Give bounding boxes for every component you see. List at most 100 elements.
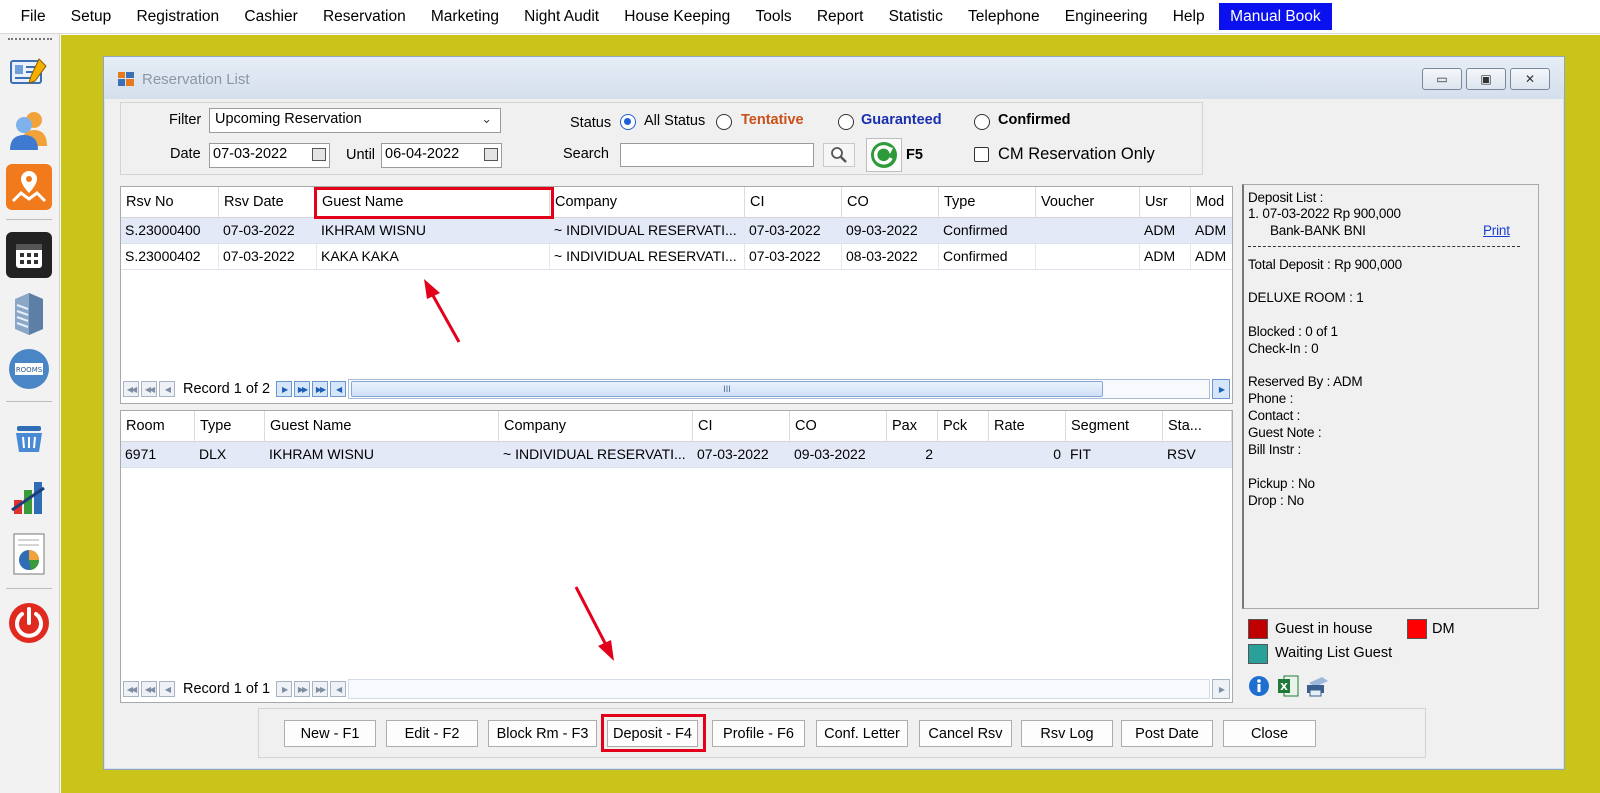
col-rsv-date[interactable]: Rsv Date xyxy=(219,187,317,218)
menu-night-audit[interactable]: Night Audit xyxy=(512,0,612,34)
cancel-rsv-button[interactable]: Cancel Rsv xyxy=(919,720,1012,747)
scroll-right-icon[interactable]: ▶ xyxy=(1212,379,1230,399)
col-pax[interactable]: Pax xyxy=(887,411,938,442)
guests-icon[interactable] xyxy=(6,107,52,153)
status-confirmed-radio[interactable] xyxy=(974,114,990,130)
status-all-radio[interactable] xyxy=(620,114,636,130)
col-room-ci[interactable]: CI xyxy=(693,411,790,442)
col-company[interactable]: Company xyxy=(550,187,745,218)
table-row[interactable]: S.23000402 07-03-2022 KAKA KAKA ~ INDIVI… xyxy=(121,244,1232,270)
next-page-icon[interactable]: ▶▶ xyxy=(294,681,311,697)
prev-record-icon[interactable]: ◀ xyxy=(159,381,175,397)
col-segment[interactable]: Segment xyxy=(1066,411,1163,442)
col-room-type[interactable]: Type xyxy=(195,411,265,442)
edit-button[interactable]: Edit - F2 xyxy=(386,720,478,747)
col-status[interactable]: Sta... xyxy=(1163,411,1232,442)
cm-reservation-label[interactable]: CM Reservation Only xyxy=(998,145,1155,164)
power-icon[interactable] xyxy=(6,600,52,646)
room-map-icon[interactable] xyxy=(6,164,52,210)
scroll-right-icon[interactable]: ▶ xyxy=(1212,679,1230,699)
new-button[interactable]: New - F1 xyxy=(284,720,376,747)
close-button[interactable]: Close xyxy=(1223,720,1316,747)
next-record-icon[interactable]: ▶ xyxy=(276,381,293,397)
col-rate[interactable]: Rate xyxy=(989,411,1066,442)
basket-icon[interactable] xyxy=(6,415,52,461)
date-from-input[interactable]: 07-03-2022 xyxy=(209,143,330,168)
first-record-icon[interactable]: ◀◀ xyxy=(123,681,139,697)
calendar-picker-icon[interactable] xyxy=(484,148,498,161)
menu-engineering[interactable]: Engineering xyxy=(1052,0,1160,34)
menu-manual-book[interactable]: Manual Book xyxy=(1219,3,1332,30)
col-ci[interactable]: CI xyxy=(745,187,842,218)
excel-icon[interactable]: X xyxy=(1276,674,1300,698)
menu-house-keeping[interactable]: House Keeping xyxy=(612,0,743,34)
prev-record-icon[interactable]: ◀ xyxy=(159,681,175,697)
scroll-left-icon[interactable]: ◀ xyxy=(330,681,347,697)
cm-reservation-checkbox[interactable] xyxy=(974,147,989,162)
menu-registration[interactable]: Registration xyxy=(124,0,232,34)
col-room-co[interactable]: CO xyxy=(790,411,887,442)
calendar-icon[interactable] xyxy=(6,232,52,278)
prev-page-icon[interactable]: ◀◀ xyxy=(141,381,157,397)
print-deposit-link[interactable]: Print xyxy=(1483,223,1510,238)
menu-report[interactable]: Report xyxy=(804,0,876,34)
date-until-input[interactable]: 06-04-2022 xyxy=(381,143,502,168)
next-record-icon[interactable]: ▶ xyxy=(276,681,293,697)
status-tentative-radio[interactable] xyxy=(716,114,732,130)
block-room-button[interactable]: Block Rm - F3 xyxy=(488,720,597,747)
close-window-button[interactable]: ✕ xyxy=(1510,68,1550,90)
status-confirmed-label[interactable]: Confirmed xyxy=(998,112,1071,128)
menu-cashier[interactable]: Cashier xyxy=(232,0,311,34)
col-room-guest-name[interactable]: Guest Name xyxy=(265,411,499,442)
status-all-label[interactable]: All Status xyxy=(644,113,705,129)
minimize-button[interactable]: ▭ xyxy=(1422,68,1462,90)
registration-card-icon[interactable] xyxy=(6,50,52,96)
col-mod[interactable]: Mod xyxy=(1191,187,1232,218)
filter-select[interactable]: Upcoming Reservation ⌄ xyxy=(209,108,501,133)
rooms-available-icon[interactable]: ROOMS xyxy=(6,346,52,392)
table-row[interactable]: S.23000400 07-03-2022 IKHRAM WISNU ~ IND… xyxy=(121,218,1232,244)
restore-button[interactable]: ▣ xyxy=(1466,68,1506,90)
menu-statistic[interactable]: Statistic xyxy=(876,0,955,34)
post-date-button[interactable]: Post Date xyxy=(1121,720,1213,747)
first-record-icon[interactable]: ◀◀ xyxy=(123,381,139,397)
col-co[interactable]: CO xyxy=(842,187,939,218)
col-rsv-no[interactable]: Rsv No xyxy=(121,187,219,218)
pie-report-icon[interactable] xyxy=(6,531,52,577)
scroll-left-icon[interactable]: ◀ xyxy=(330,381,347,397)
status-guaranteed-label[interactable]: Guaranteed xyxy=(861,112,942,128)
table-row[interactable]: 6971 DLX IKHRAM WISNU ~ INDIVIDUAL RESER… xyxy=(121,442,1232,468)
horizontal-scrollbar[interactable] xyxy=(348,679,1210,699)
col-voucher[interactable]: Voucher xyxy=(1036,187,1140,218)
col-pck[interactable]: Pck xyxy=(938,411,989,442)
status-guaranteed-radio[interactable] xyxy=(838,114,854,130)
menu-help[interactable]: Help xyxy=(1160,0,1217,34)
search-button[interactable] xyxy=(823,143,855,167)
calendar-picker-icon[interactable] xyxy=(312,148,326,161)
col-room-company[interactable]: Company xyxy=(499,411,693,442)
bar-chart-icon[interactable] xyxy=(6,474,52,520)
refresh-button[interactable] xyxy=(866,138,902,172)
rsv-log-button[interactable]: Rsv Log xyxy=(1021,720,1113,747)
last-record-icon[interactable]: ▶▶ xyxy=(312,381,329,397)
scrollbar-thumb[interactable]: III xyxy=(351,381,1104,397)
menu-telephone[interactable]: Telephone xyxy=(955,0,1052,34)
menu-tools[interactable]: Tools xyxy=(743,0,804,34)
menu-file[interactable]: File xyxy=(8,0,58,34)
menu-marketing[interactable]: Marketing xyxy=(418,0,511,34)
building-icon[interactable] xyxy=(6,290,52,336)
menu-reservation[interactable]: Reservation xyxy=(310,0,418,34)
search-input[interactable] xyxy=(620,143,814,167)
col-type[interactable]: Type xyxy=(939,187,1036,218)
conf-letter-button[interactable]: Conf. Letter xyxy=(816,720,908,747)
next-page-icon[interactable]: ▶▶ xyxy=(294,381,311,397)
profile-button[interactable]: Profile - F6 xyxy=(712,720,805,747)
status-tentative-label[interactable]: Tentative xyxy=(741,112,804,128)
printer-icon[interactable] xyxy=(1304,675,1330,697)
horizontal-scrollbar[interactable]: III xyxy=(348,379,1210,399)
col-usr[interactable]: Usr xyxy=(1140,187,1191,218)
info-icon[interactable] xyxy=(1248,675,1270,697)
menu-setup[interactable]: Setup xyxy=(58,0,124,34)
col-room[interactable]: Room xyxy=(121,411,195,442)
last-record-icon[interactable]: ▶▶ xyxy=(312,681,329,697)
